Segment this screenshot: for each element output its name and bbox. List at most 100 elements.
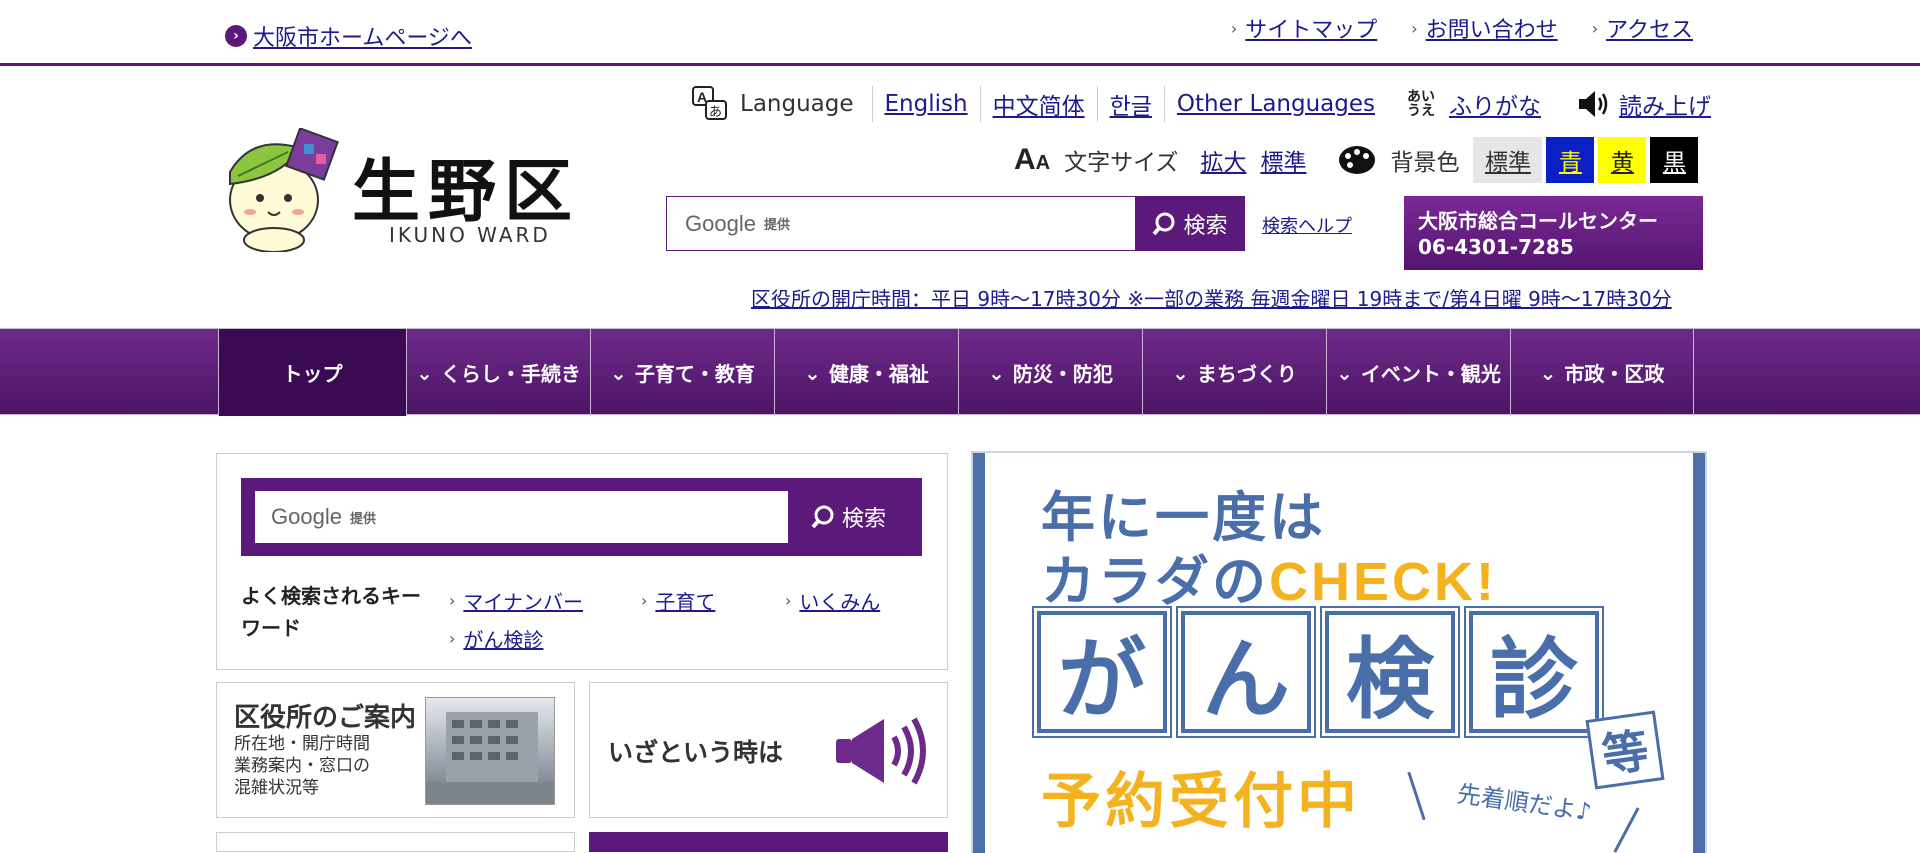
- main-search-input[interactable]: Google 提供: [255, 491, 788, 543]
- furigana-icon: あい うえ: [1407, 89, 1436, 119]
- osaka-city-home-link[interactable]: › 大阪市ホームページへ: [225, 20, 472, 52]
- google-provided: 提供: [763, 218, 790, 233]
- header-search-input[interactable]: Google 提供: [667, 197, 1135, 250]
- card-partial[interactable]: [216, 832, 575, 852]
- search-icon: [1152, 212, 1175, 235]
- text-size-standard[interactable]: 標準: [1260, 143, 1306, 177]
- nav-childcare[interactable]: ⌄ 子育て・教育: [590, 329, 774, 416]
- emergency-title: いざという時は: [608, 738, 784, 767]
- font-size-icon: AA: [1014, 143, 1051, 176]
- global-nav: トップ ⌄ くらし・手続き ⌄ 子育て・教育 ⌄ 健康・福祉 ⌄ 防災・防犯 ⌄ まちづく…: [0, 328, 1920, 416]
- keyword-link[interactable]: › いくみん: [785, 586, 880, 615]
- divider: [1163, 86, 1165, 122]
- chevron-right-icon: ›: [641, 591, 648, 610]
- nav-government[interactable]: ⌄ 市政・区政: [1510, 329, 1694, 416]
- main-search: Google 提供 検索: [241, 478, 922, 556]
- search-help-link[interactable]: 検索ヘルプ: [1262, 212, 1352, 238]
- chevron-down-icon: ⌄: [610, 360, 627, 385]
- banner-first-come: 先着順だよ♪: [1455, 779, 1594, 827]
- chevron-right-icon: ›: [225, 25, 247, 47]
- divider: [871, 86, 873, 122]
- utility-links: › サイトマップ › お問い合わせ › アクセス: [1231, 12, 1693, 44]
- banner-reservation: 予約受付中: [1041, 767, 1361, 837]
- keyword-link[interactable]: › マイナンバー: [449, 586, 583, 615]
- cancer-screening-banner[interactable]: 年に一度は カラダのCHECK! が ん 検 診 等 予約受付中 先着順だよ♪: [971, 451, 1707, 853]
- main-search-button[interactable]: 検索: [788, 491, 908, 543]
- banner-box: ん: [1176, 606, 1316, 738]
- keyword-link[interactable]: › 子育て: [641, 586, 715, 615]
- access-link[interactable]: › アクセス: [1592, 12, 1693, 44]
- google-logo: Google: [271, 504, 342, 529]
- speaker-icon: [1579, 91, 1608, 117]
- site-logo[interactable]: 生野区 IKUNO WARD: [222, 128, 582, 258]
- banner-decoration: [1407, 771, 1426, 821]
- chevron-right-icon: ›: [449, 629, 456, 648]
- logo-subtitle: IKUNO WARD: [389, 223, 551, 247]
- nav-top[interactable]: トップ: [218, 329, 406, 416]
- call-center-box[interactable]: 大阪市総合コールセンター 06-4301-7285: [1404, 196, 1703, 270]
- nav-health[interactable]: ⌄ 健康・福祉: [774, 329, 958, 416]
- nav-living[interactable]: ⌄ くらし・手続き: [406, 329, 590, 416]
- lang-english[interactable]: English: [885, 91, 968, 117]
- svg-text:あ: あ: [709, 105, 722, 120]
- google-provided: 提供: [349, 511, 376, 527]
- google-logo: Google: [685, 210, 756, 236]
- banner-box: 検: [1320, 606, 1460, 738]
- divider: [1096, 86, 1098, 122]
- megaphone-icon: [836, 717, 926, 785]
- palette-icon: [1339, 146, 1376, 174]
- nav-safety[interactable]: ⌄ 防災・防犯: [958, 329, 1142, 416]
- chevron-right-icon: ›: [1411, 18, 1418, 38]
- lang-chinese[interactable]: 中文简体: [993, 87, 1085, 121]
- chevron-down-icon: ⌄: [1336, 360, 1353, 385]
- language-label: Language: [740, 91, 854, 117]
- lang-other[interactable]: Other Languages: [1177, 91, 1375, 117]
- bg-standard-button[interactable]: 標準: [1473, 137, 1543, 183]
- header-search: Google 提供 検索: [666, 196, 1245, 251]
- background-label: 背景色: [1390, 150, 1460, 176]
- banner-box: 診: [1464, 606, 1604, 738]
- office-guide-desc: 所在地・開庁時間 業務案内・窓口の 混雑状況等: [234, 734, 370, 798]
- divider: [979, 86, 981, 122]
- main-search-panel: Google 提供 検索 よく検索されるキーワード › マイナンバー › 子育て ›…: [216, 453, 948, 670]
- call-center-name: 大阪市総合コールセンター: [1418, 209, 1658, 233]
- ward-office-photo: [425, 697, 555, 805]
- chevron-down-icon: ⌄: [416, 360, 433, 385]
- display-settings: AA 文字サイズ 拡大 標準 背景色 標準 青 黄 黒: [1014, 137, 1699, 183]
- office-guide-card[interactable]: 区役所のご案内 所在地・開庁時間 業務案内・窓口の 混雑状況等: [216, 682, 575, 818]
- banner-check: CHECK!: [1269, 552, 1497, 612]
- bg-yellow-button[interactable]: 黄: [1598, 137, 1647, 183]
- office-hours-link[interactable]: 区役所の開庁時間：平日 9時～17時30分 ※一部の業務 毎週金曜日 19時まで…: [751, 283, 1672, 312]
- mascot-icon: [229, 128, 339, 252]
- sitemap-link[interactable]: › サイトマップ: [1231, 12, 1377, 44]
- chevron-right-icon: ›: [449, 591, 456, 610]
- nav-events[interactable]: ⌄ イベント・観光: [1326, 329, 1510, 416]
- card-partial-purple[interactable]: [589, 832, 948, 852]
- language-bar: Aあ Language English 中文简体 한글 Other Langua…: [690, 84, 1711, 124]
- contact-link[interactable]: › お問い合わせ: [1411, 12, 1557, 44]
- keyword-link[interactable]: › がん検診: [449, 624, 543, 653]
- translate-icon: Aあ: [690, 84, 730, 124]
- banner-box: が: [1032, 606, 1172, 738]
- logo-title: 生野区: [352, 152, 581, 232]
- chevron-down-icon: ⌄: [1539, 360, 1557, 385]
- call-center-phone: 06-4301-7285: [1418, 235, 1574, 259]
- chevron-down-icon: ⌄: [1172, 360, 1189, 385]
- text-size-label: 文字サイズ: [1064, 150, 1179, 176]
- text-size-enlarge[interactable]: 拡大: [1200, 143, 1246, 177]
- header-search-button[interactable]: 検索: [1135, 197, 1244, 250]
- chevron-down-icon: ⌄: [988, 360, 1005, 385]
- banner-title-boxes: が ん 検 診: [1032, 606, 1604, 738]
- emergency-card[interactable]: いざという時は: [589, 682, 948, 818]
- furigana-toggle[interactable]: あい うえ ふりがな: [1407, 87, 1541, 121]
- bg-black-button[interactable]: 黒: [1650, 137, 1699, 183]
- osaka-city-home-label[interactable]: 大阪市ホームページへ: [253, 20, 472, 52]
- chevron-right-icon: ›: [785, 591, 792, 610]
- keywords-label: よく検索されるキーワード: [241, 584, 421, 640]
- read-aloud-button[interactable]: 読み上げ: [1577, 87, 1711, 121]
- nav-town[interactable]: ⌄ まちづくり: [1142, 329, 1326, 416]
- office-guide-title: 区役所のご案内: [234, 703, 417, 733]
- chevron-right-icon: ›: [1591, 18, 1599, 38]
- bg-blue-button[interactable]: 青: [1546, 137, 1595, 183]
- lang-korean[interactable]: 한글: [1110, 87, 1152, 121]
